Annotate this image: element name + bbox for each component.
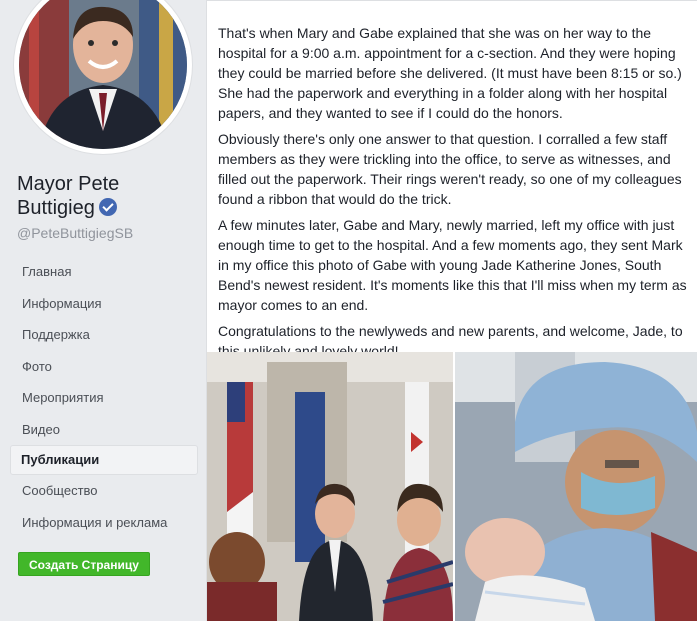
nav-item-events[interactable]: Мероприятия bbox=[12, 382, 196, 414]
post-photo-wedding[interactable] bbox=[207, 352, 453, 621]
post-body: That's when Mary and Gabe explained that… bbox=[218, 23, 690, 367]
nav-item-support[interactable]: Поддержка bbox=[12, 319, 196, 351]
page-name[interactable]: Mayor Pete Buttigieg bbox=[17, 172, 197, 220]
page-nav-menu: Главная Информация Поддержка Фото Меропр… bbox=[10, 256, 198, 539]
nav-item-photos[interactable]: Фото bbox=[12, 351, 196, 383]
nav-item-posts[interactable]: Публикации bbox=[10, 445, 198, 475]
post-card: That's when Mary and Gabe explained that… bbox=[206, 0, 700, 621]
post-photos bbox=[207, 352, 700, 621]
post-paragraph: Obviously there's only one answer to tha… bbox=[218, 131, 682, 207]
post-paragraph: A few minutes later, Gabe and Mary, newl… bbox=[218, 217, 687, 313]
post-paragraph: That's when Mary and Gabe explained that… bbox=[218, 25, 682, 121]
nav-item-info-and-ads[interactable]: Информация и реклама bbox=[12, 507, 196, 539]
post-photo-newborn[interactable] bbox=[455, 352, 697, 621]
divider bbox=[207, 0, 697, 1]
create-page-button[interactable]: Создать Страницу bbox=[18, 552, 150, 576]
nav-item-home[interactable]: Главная bbox=[12, 256, 196, 288]
page-sidebar: Mayor Pete Buttigieg @PeteButtigiegSB Гл… bbox=[0, 0, 205, 621]
nav-item-about[interactable]: Информация bbox=[12, 288, 196, 320]
nav-item-videos[interactable]: Видео bbox=[12, 414, 196, 446]
page-handle[interactable]: @PeteButtigiegSB bbox=[17, 225, 133, 241]
profile-picture[interactable] bbox=[19, 0, 187, 149]
verified-badge-icon bbox=[98, 198, 117, 216]
nav-item-community[interactable]: Сообщество bbox=[12, 475, 196, 507]
profile-picture-frame[interactable] bbox=[14, 0, 192, 154]
